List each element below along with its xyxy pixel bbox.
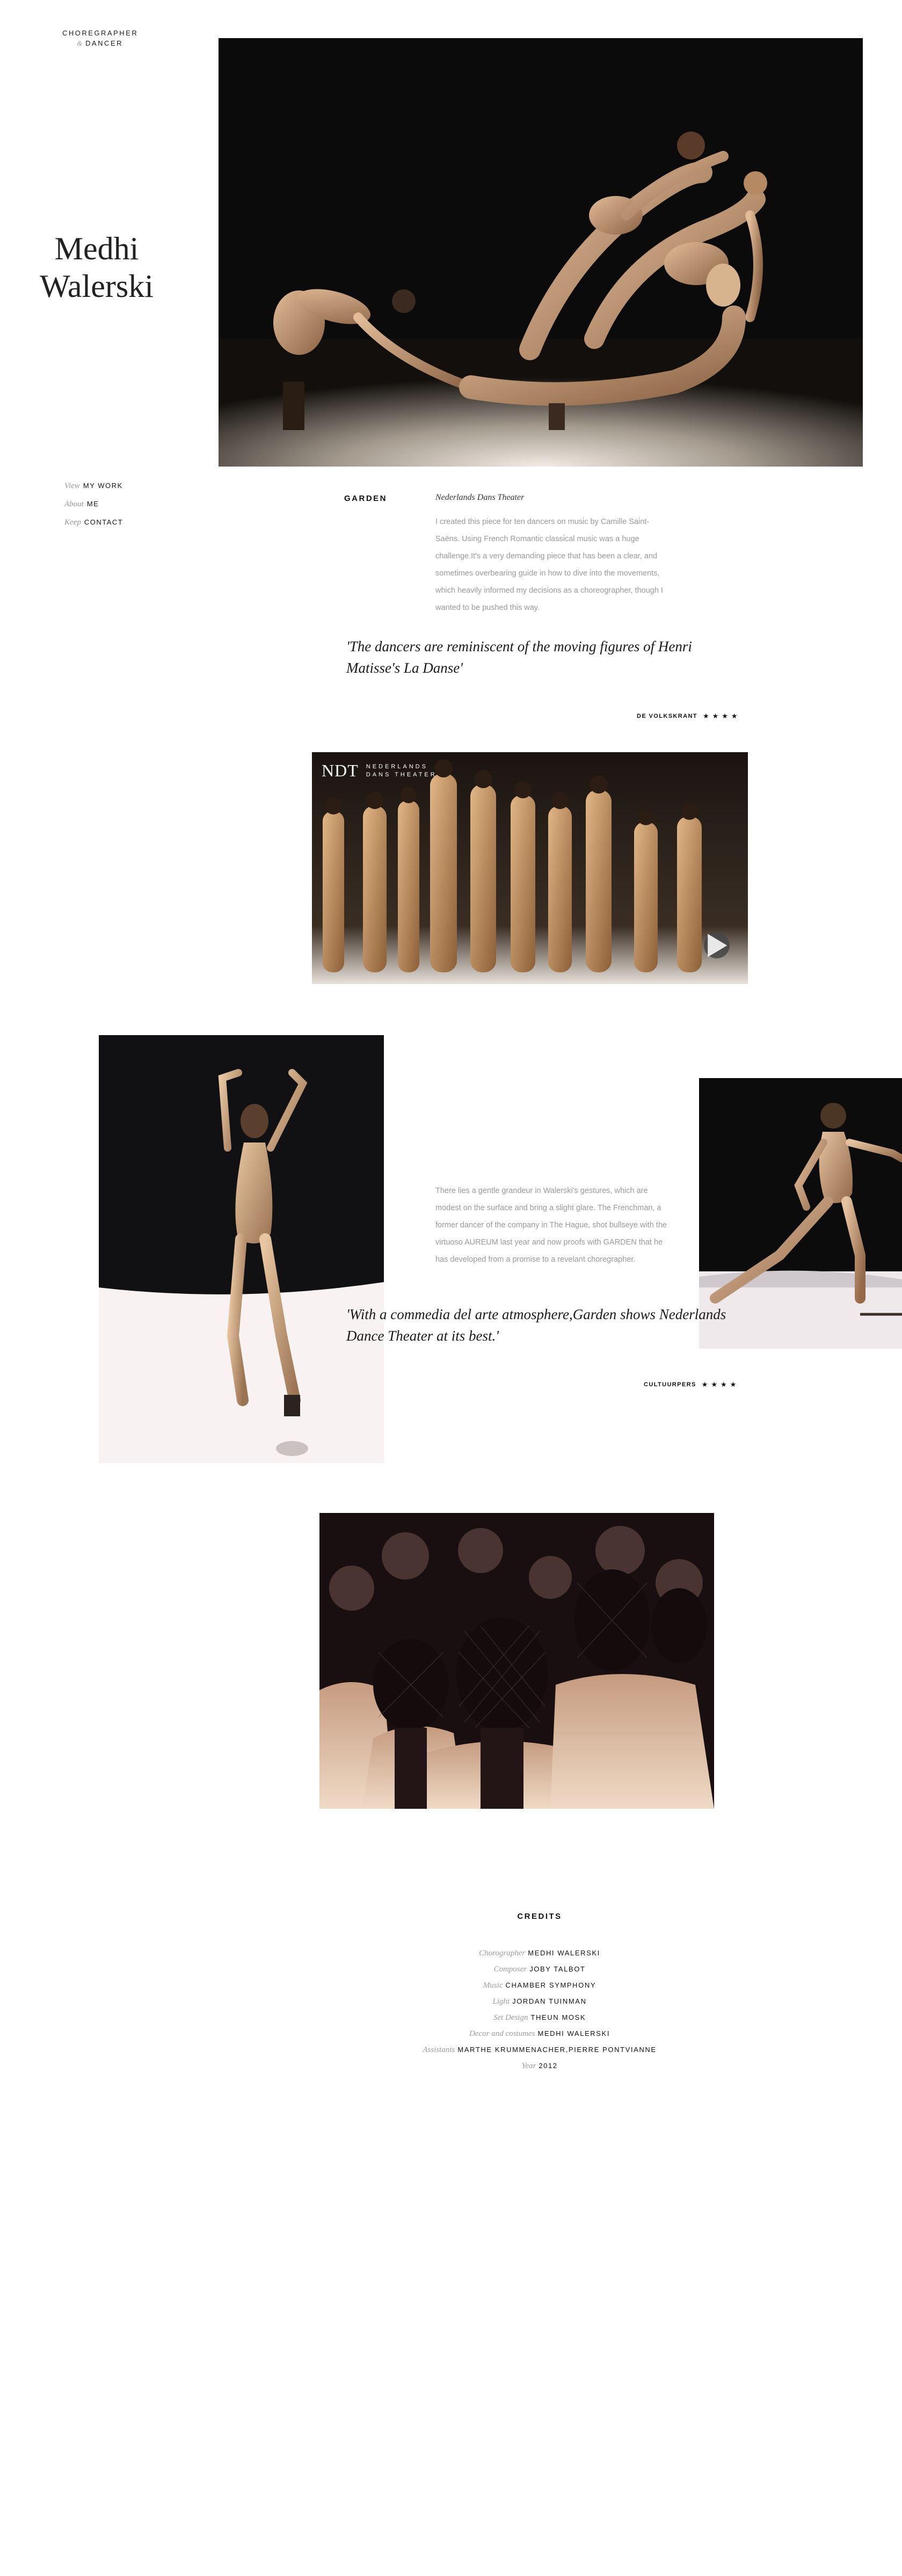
credit-value: Medhi Walerski [528,1949,600,1957]
credit-value: Marthe Krummenacher,Pierre Pontvianne [457,2046,657,2054]
quote-2: 'With a commedia del arte atmosphere,Gar… [346,1306,726,1344]
ndt-logo-line-1: Nederlands [366,763,428,770]
credits-list: Chorographer Medhi Walerski Composer Joby … [344,1945,736,2074]
credit-role: Decor and costumes [469,2029,535,2038]
brand-line-2: Dancer [85,39,123,47]
credit-role: Composer [493,1965,527,1974]
review-1: De Volkskrant ★★★★ [637,712,741,721]
credit-value: Medhi Walerski [537,2029,610,2037]
brand-logo[interactable]: Choregrapher & Dancer [62,28,137,48]
name-last: Walerski [40,268,154,304]
credit-item: Light Jordan Tuinman [344,1993,736,2010]
credit-role: Music [483,1981,503,1990]
article-body-2: There lies a gentle grandeur in Walerski… [435,1187,667,1264]
review-1-source: De Volkskrant [637,713,697,719]
article-intro: I created this piece for ten dancers on … [435,518,663,612]
credit-value: 2012 [539,2062,558,2070]
credit-role: Assistants [423,2046,455,2054]
hero-photo [219,38,863,467]
nav-item-label: My Work [83,482,123,490]
main-nav: View My Work About Me Keep Contact [64,477,123,532]
credit-role: Set Design [493,2013,528,2022]
article-subtitle: Nederlands Dans Theater [435,493,525,502]
review-2: Cultuurpers ★★★★ [644,1380,739,1389]
nav-item-prefix: Keep [64,518,81,527]
nav-item-prefix: About [64,500,84,508]
article-title: Garden [344,494,388,503]
brand-line-1: Choregrapher [62,29,139,37]
credit-role: Light [492,1997,510,2006]
credit-item: Composer Joby Talbot [344,1961,736,1977]
credit-item: Year 2012 [344,2058,736,2074]
credits-title: Credits [517,1912,562,1921]
nav-item-label: Contact [84,518,123,526]
star-icon: ★★★★ [702,712,741,720]
credit-value: Chamber Symphony [505,1981,597,1989]
credit-value: Theun Mosk [530,2013,586,2021]
play-icon [708,934,728,957]
credit-value: Jordan Tuinman [512,1997,587,2005]
credit-item: Set Design Theun Mosk [344,2010,736,2026]
nav-item-prefix: View [64,482,80,490]
play-button[interactable] [704,933,730,958]
nav-item-contact[interactable]: Keep Contact [64,513,123,532]
page-title: Medhi Walerski [32,230,161,305]
credit-item: Music Chamber Symphony [344,1977,736,1993]
credit-item: Chorographer Medhi Walerski [344,1945,736,1961]
nav-item-label: Me [86,500,99,508]
review-2-source: Cultuurpers [644,1381,696,1388]
name-first: Medhi [54,231,139,266]
quote-1: 'The dancers are reminiscent of the movi… [346,638,692,676]
ndt-logo-mark: NDT [322,761,359,780]
credit-value: Joby Talbot [529,1965,586,1973]
credit-role: Chorographer [479,1949,526,1958]
brand-ampersand: & [76,39,83,47]
masked-dancers-photo [319,1513,714,1809]
star-icon: ★★★★ [701,1380,740,1388]
nav-item-my-work[interactable]: View My Work [64,477,123,495]
video-player[interactable]: NDT Nederlands Dans Theater [312,752,748,984]
nav-item-me[interactable]: About Me [64,495,123,513]
ndt-logo-line-2: Dans Theater [366,771,437,778]
dancer-photo-left [99,1035,384,1463]
credit-item: Decor and costumes Medhi Walerski [344,2026,736,2042]
credit-role: Year [521,2062,536,2070]
credit-item: Assistants Marthe Krummenacher,Pierre Pon… [344,2042,736,2058]
ndt-logo: NDT Nederlands Dans Theater [322,761,437,781]
